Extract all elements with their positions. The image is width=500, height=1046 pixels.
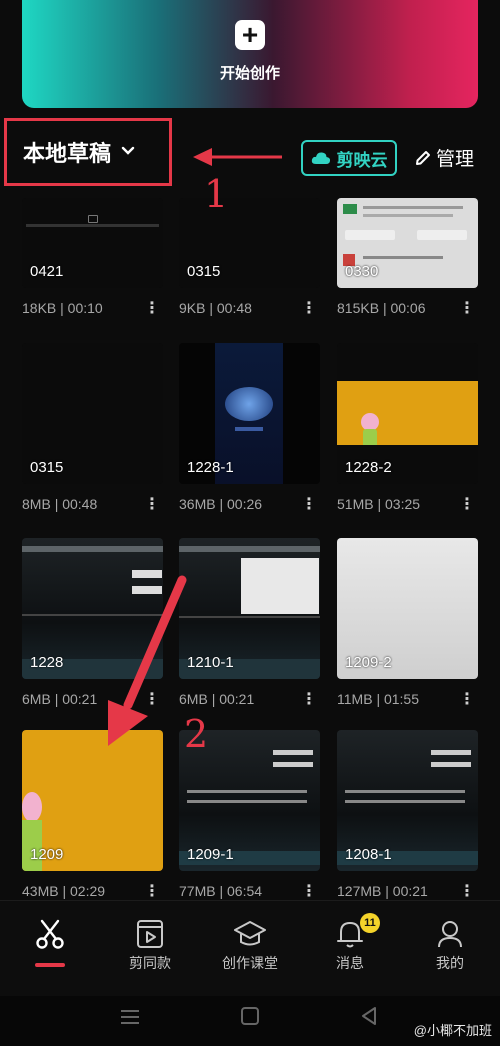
manage-label: 管理 bbox=[436, 149, 475, 170]
draft-thumbnail: 1228-2 bbox=[337, 343, 478, 484]
chevron-down-icon bbox=[121, 143, 135, 159]
draft-card[interactable]: 0421 18KB | 00:10 ⋮ bbox=[22, 198, 163, 318]
tab-messages[interactable]: 11 消息 bbox=[300, 901, 400, 973]
more-options-icon[interactable]: ⋮ bbox=[144, 689, 163, 709]
pencil-icon bbox=[416, 150, 430, 165]
more-options-icon[interactable]: ⋮ bbox=[459, 298, 478, 318]
annotation-number-1: 1 bbox=[204, 172, 229, 216]
more-options-icon[interactable]: ⋮ bbox=[301, 881, 320, 901]
draft-thumbnail: 1208-1 bbox=[337, 730, 478, 871]
tab-course[interactable]: 创作课堂 bbox=[200, 901, 300, 973]
draft-thumbnail: 0330 bbox=[337, 198, 478, 288]
draft-name: 0330 bbox=[345, 263, 379, 280]
draft-name: 0315 bbox=[30, 459, 64, 476]
draft-thumbnail: 1228-1 bbox=[179, 343, 320, 484]
local-drafts-title: 本地草稿 bbox=[23, 141, 112, 166]
annotation-number-2: 2 bbox=[184, 712, 209, 756]
active-tab-indicator bbox=[35, 963, 65, 967]
plus-icon: + bbox=[235, 19, 265, 50]
message-count-badge: 11 bbox=[360, 913, 380, 933]
more-options-icon[interactable]: ⋮ bbox=[301, 298, 320, 318]
graduation-cap-icon bbox=[234, 921, 266, 946]
template-icon bbox=[137, 920, 163, 948]
draft-card[interactable]: 1209-2 11MB | 01:55 ⋮ bbox=[337, 538, 478, 709]
draft-meta: 6MB | 00:21 bbox=[22, 691, 98, 707]
draft-meta: 9KB | 00:48 bbox=[179, 300, 252, 316]
draft-meta: 127MB | 00:21 bbox=[337, 883, 428, 899]
draft-thumbnail: 0315 bbox=[179, 198, 320, 288]
draft-thumbnail: 0421 bbox=[22, 198, 163, 288]
back-icon[interactable] bbox=[361, 1007, 377, 1025]
draft-card[interactable]: 1228-1 36MB | 00:26 ⋮ bbox=[179, 343, 320, 514]
watermark: @小椰不加班 bbox=[413, 1023, 492, 1038]
draft-card[interactable]: 0315 9KB | 00:48 ⋮ bbox=[179, 198, 320, 318]
tab-label: 剪同款 bbox=[129, 955, 171, 971]
tab-edit[interactable] bbox=[0, 901, 100, 967]
draft-name: 1209 bbox=[30, 846, 64, 863]
draft-thumbnail: 1210-1 bbox=[179, 538, 320, 679]
more-options-icon[interactable]: ⋮ bbox=[301, 494, 320, 514]
draft-name: 1228-2 bbox=[345, 459, 392, 476]
draft-card[interactable]: 1210-1 6MB | 00:21 ⋮ bbox=[179, 538, 320, 709]
cloud-button[interactable]: 剪映云 bbox=[301, 140, 397, 176]
more-options-icon[interactable]: ⋮ bbox=[459, 689, 478, 709]
draft-card[interactable]: 0315 8MB | 00:48 ⋮ bbox=[22, 343, 163, 514]
draft-meta: 18KB | 00:10 bbox=[22, 300, 103, 316]
more-options-icon[interactable]: ⋮ bbox=[301, 689, 320, 709]
more-options-icon[interactable]: ⋮ bbox=[144, 881, 163, 901]
draft-thumbnail: 0315 bbox=[22, 343, 163, 484]
draft-name: 1210-1 bbox=[187, 654, 234, 671]
home-icon[interactable] bbox=[241, 1007, 259, 1025]
cloud-icon bbox=[311, 152, 330, 164]
draft-name: 1208-1 bbox=[345, 846, 392, 863]
more-options-icon[interactable]: ⋮ bbox=[144, 298, 163, 318]
draft-name: 1209-1 bbox=[187, 846, 234, 863]
draft-card[interactable]: 1208-1 127MB | 00:21 ⋮ bbox=[337, 730, 478, 901]
draft-name: 0315 bbox=[187, 263, 221, 280]
local-drafts-dropdown[interactable]: 本地草稿 bbox=[4, 118, 172, 186]
tab-label: 创作课堂 bbox=[222, 955, 278, 971]
draft-thumbnail: 1209-2 bbox=[337, 538, 478, 679]
start-create-button[interactable]: + 开始创作 bbox=[22, 0, 478, 108]
draft-card[interactable]: 0330 815KB | 00:06 ⋮ bbox=[337, 198, 478, 318]
draft-meta: 815KB | 00:06 bbox=[337, 300, 426, 316]
more-options-icon[interactable]: ⋮ bbox=[459, 881, 478, 901]
bottom-tab-bar: 剪同款 创作课堂 11 消息 我的 bbox=[0, 900, 500, 996]
draft-meta: 77MB | 06:54 bbox=[179, 883, 263, 899]
draft-thumbnail: 1209 bbox=[22, 730, 163, 871]
draft-meta: 8MB | 00:48 bbox=[22, 496, 98, 512]
draft-name: 1228 bbox=[30, 654, 64, 671]
tab-label: 我的 bbox=[436, 955, 464, 971]
draft-name: 0421 bbox=[30, 263, 64, 280]
draft-card[interactable]: 1228-2 51MB | 03:25 ⋮ bbox=[337, 343, 478, 514]
start-create-label: 开始创作 bbox=[219, 64, 280, 82]
manage-button[interactable]: 管理 bbox=[414, 144, 474, 171]
more-options-icon[interactable]: ⋮ bbox=[144, 494, 163, 514]
draft-name: 1209-2 bbox=[345, 654, 392, 671]
draft-meta: 51MB | 03:25 bbox=[337, 496, 421, 512]
annotation-arrow-1 bbox=[193, 148, 282, 166]
scissors-icon bbox=[36, 919, 64, 949]
tab-label: 消息 bbox=[336, 955, 364, 971]
tab-template[interactable]: 剪同款 bbox=[100, 901, 200, 973]
draft-meta: 36MB | 00:26 bbox=[179, 496, 263, 512]
draft-card[interactable]: 1228 6MB | 00:21 ⋮ bbox=[22, 538, 163, 709]
person-icon bbox=[438, 921, 462, 948]
draft-name: 1228-1 bbox=[187, 459, 234, 476]
cloud-label: 剪映云 bbox=[336, 150, 388, 170]
menu-icon[interactable] bbox=[120, 1008, 140, 1026]
draft-card[interactable]: 1209 43MB | 02:29 ⋮ bbox=[22, 730, 163, 901]
draft-meta: 11MB | 01:55 bbox=[337, 691, 420, 707]
more-options-icon[interactable]: ⋮ bbox=[459, 494, 478, 514]
tab-profile[interactable]: 我的 bbox=[400, 901, 500, 973]
draft-thumbnail: 1228 bbox=[22, 538, 163, 679]
draft-meta: 43MB | 02:29 bbox=[22, 883, 106, 899]
draft-meta: 6MB | 00:21 bbox=[179, 691, 255, 707]
